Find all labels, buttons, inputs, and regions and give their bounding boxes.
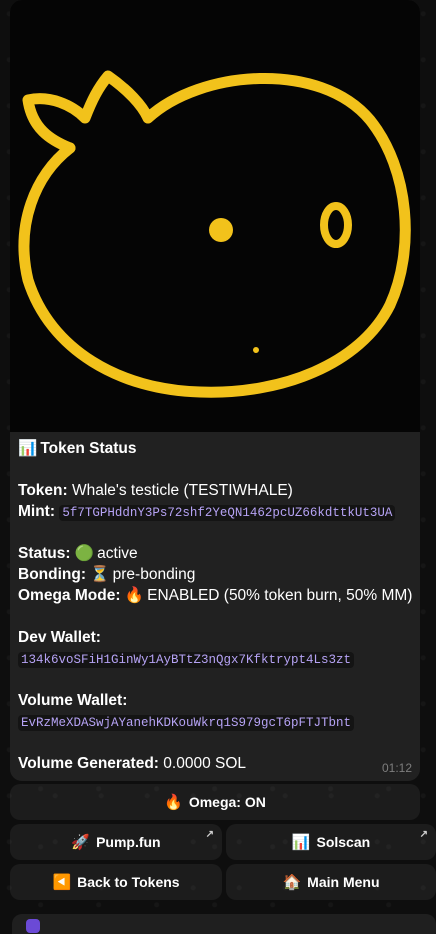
mint-row: Mint: 5f7TGPHddnY3Ps72shf2YeQN1462pcUZ66… [18,501,414,522]
external-link-icon: ↗ [419,829,428,840]
volume-generated-row: Volume Generated: 0.0000 SOL [18,753,414,774]
volume-wallet-row: EvRzMeXDASwjAYanehKDKouWkrq1S979gcT6pFTJ… [18,711,414,732]
mint-label: Mint: [18,503,56,520]
hourglass-icon: ⏳ [90,566,110,583]
next-message-preview [12,914,436,934]
omega-toggle-label: Omega: ON [188,794,266,810]
dev-wallet-address[interactable]: 134k6voSFiH1GinWy1AyBTtZ3nQgx7Kfktrypt4L… [18,652,355,668]
chart-icon: 📊 [18,440,38,457]
omega-mode-label: Omega Mode: [18,587,121,604]
message-title: Token Status [40,440,137,457]
status-value: active [97,545,138,562]
external-link-icon: ↗ [205,829,214,840]
pump-fun-label: Pump.fun [96,834,161,850]
chart-icon: 📊 [291,834,311,851]
pump-fun-button[interactable]: 🚀 Pump.fun ↗ [10,824,222,860]
message-bubble: 📊 Token Status Token: Whale's testicle (… [10,0,420,781]
next-message-icon [26,919,40,933]
bonding-row: Bonding: ⏳ pre-bonding [18,564,414,585]
back-to-tokens-button[interactable]: ◀️ Back to Tokens [10,864,222,900]
token-label: Token: [18,482,68,499]
token-row: Token: Whale's testicle (TESTIWHALE) [18,480,414,501]
dev-wallet-label: Dev Wallet: [18,629,101,646]
dev-wallet-label-row: Dev Wallet: [18,627,414,648]
mint-address[interactable]: 5f7TGPHddnY3Ps72shf2YeQN1462pcUZ66kdttkU… [59,505,396,521]
status-label: Status: [18,545,71,562]
fire-icon: 🔥 [164,794,183,811]
bonding-label: Bonding: [18,566,87,583]
volume-wallet-label: Volume Wallet: [18,692,128,709]
token-image[interactable] [10,0,420,432]
message-header: 📊 Token Status [18,438,414,459]
house-icon: 🏠 [282,874,302,891]
status-row: Status: 🟢 active [18,543,414,564]
dev-wallet-row: 134k6voSFiH1GinWy1AyBTtZ3nQgx7Kfktrypt4L… [18,648,414,669]
solscan-button[interactable]: 📊 Solscan ↗ [226,824,436,860]
solscan-label: Solscan [316,834,371,850]
back-arrow-icon: ◀️ [52,874,72,891]
volume-generated-value: 0.0000 SOL [163,755,247,772]
token-value: Whale's testicle (TESTIWHALE) [71,482,293,499]
bonding-value: pre-bonding [112,566,196,583]
main-menu-button[interactable]: 🏠 Main Menu [226,864,436,900]
omega-mode-value: ENABLED (50% token burn, 50% MM) [147,587,413,604]
green-circle-icon: 🟢 [74,545,95,562]
omega-mode-row: Omega Mode: 🔥 ENABLED (50% token burn, 5… [18,585,414,606]
volume-wallet-address[interactable]: EvRzMeXDASwjAYanehKDKouWkrq1S979gcT6pFTJ… [18,715,355,731]
back-to-tokens-label: Back to Tokens [77,874,180,890]
message-time: 01:12 [381,761,412,775]
volume-wallet-label-row: Volume Wallet: [18,690,414,711]
fire-icon: 🔥 [124,587,145,604]
volume-generated-label: Volume Generated: [18,755,159,772]
whale-drawing-icon [18,70,411,398]
main-menu-label: Main Menu [307,874,380,890]
rocket-icon: 🚀 [71,834,91,851]
omega-toggle-button[interactable]: 🔥 Omega: ON [10,784,420,820]
